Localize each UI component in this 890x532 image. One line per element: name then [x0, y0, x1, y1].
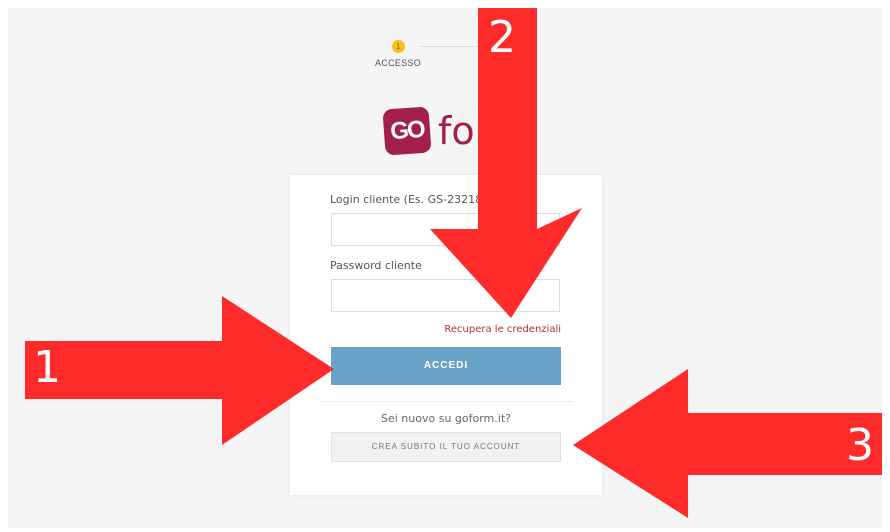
- arrow-1-right-icon: [25, 296, 334, 445]
- arrow-3-left-icon: [573, 369, 882, 518]
- arrow-3-label: 3: [846, 420, 874, 471]
- arrow-1-label: 1: [33, 342, 61, 393]
- annotation-arrows: [25, 8, 882, 518]
- arrow-2-label: 2: [488, 12, 516, 63]
